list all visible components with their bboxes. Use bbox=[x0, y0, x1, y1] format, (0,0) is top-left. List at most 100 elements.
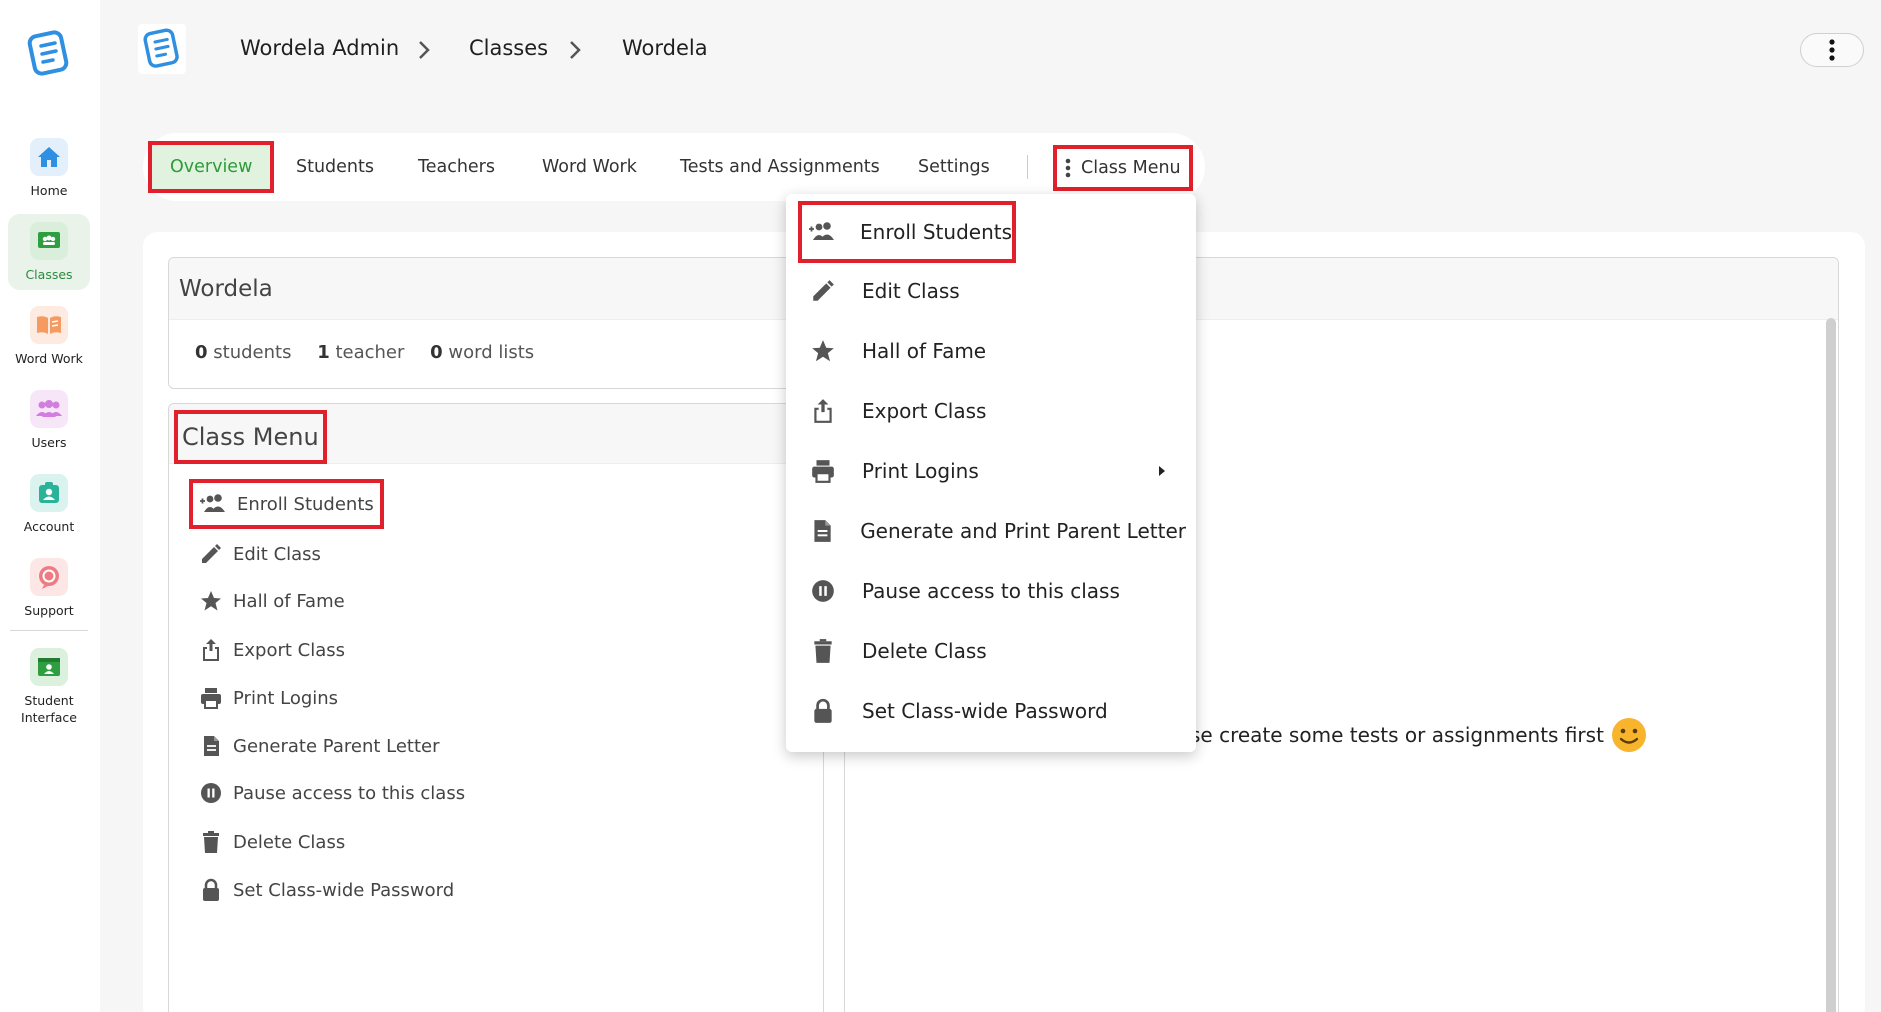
sidebar-item-word-work[interactable]: Word Work bbox=[8, 298, 90, 374]
breadcrumb-classes[interactable]: Classes bbox=[469, 36, 548, 60]
sidebar-item-label: Word Work bbox=[15, 351, 83, 366]
wordlists-label: word lists bbox=[448, 342, 535, 363]
students-label: students bbox=[213, 342, 292, 363]
enroll-users-icon bbox=[809, 222, 835, 240]
class-menu-item-label: Hall of Fame bbox=[233, 590, 345, 612]
empty-assignments-text: se create some tests or assignments firs… bbox=[1190, 723, 1604, 747]
star-icon bbox=[812, 340, 834, 362]
class-menu-pause-access[interactable]: Pause access to this class bbox=[199, 778, 465, 808]
teachers-count: 1 bbox=[317, 342, 330, 363]
class-menu-enroll-students[interactable]: Enroll Students bbox=[189, 479, 384, 529]
tab-divider bbox=[1027, 155, 1028, 179]
class-menu-item-label: Enroll Students bbox=[237, 493, 374, 515]
caret-right-icon bbox=[1159, 466, 1165, 476]
home-icon bbox=[30, 138, 68, 176]
sidebar-item-label: Account bbox=[23, 519, 75, 534]
dropdown-item-label: Export Class bbox=[862, 399, 987, 423]
dropdown-item-label: Print Logins bbox=[862, 459, 979, 483]
class-stats: 0 students 1 teacher 0 word lists bbox=[195, 342, 554, 363]
class-menu-delete-class[interactable]: Delete Class bbox=[199, 827, 345, 857]
sidebar-item-label: Home bbox=[30, 183, 68, 198]
students-count: 0 bbox=[195, 342, 208, 363]
dropdown-set-password[interactable]: Set Class-wide Password bbox=[806, 686, 1186, 736]
class-menu-item-label: Generate Parent Letter bbox=[233, 735, 440, 757]
class-menu-generate-parent-letter[interactable]: Generate Parent Letter bbox=[199, 731, 440, 761]
tab-settings[interactable]: Settings bbox=[918, 133, 990, 201]
pause-circle-icon bbox=[812, 580, 834, 602]
dropdown-item-label: Delete Class bbox=[862, 639, 987, 663]
breadcrumb-wordela-admin[interactable]: Wordela Admin bbox=[240, 36, 399, 60]
printer-icon bbox=[201, 688, 221, 709]
classes-icon bbox=[30, 222, 68, 260]
dropdown-item-label: Hall of Fame bbox=[862, 339, 987, 363]
class-menu-edit-class[interactable]: Edit Class bbox=[199, 539, 321, 569]
class-menu-item-label: Print Logins bbox=[233, 687, 339, 709]
chevron-right-icon bbox=[570, 41, 581, 59]
wordela-logo-icon[interactable] bbox=[26, 30, 72, 78]
header-logo-icon[interactable] bbox=[138, 24, 186, 74]
empty-assignments-message: se create some tests or assignments firs… bbox=[1190, 716, 1648, 754]
dropdown-delete-class[interactable]: Delete Class bbox=[806, 626, 1186, 676]
class-menu-set-password[interactable]: Set Class-wide Password bbox=[199, 875, 454, 905]
sidebar: Home Classes Word Work Users Account Sup… bbox=[0, 0, 100, 1012]
class-menu-print-logins[interactable]: Print Logins bbox=[199, 683, 338, 713]
enroll-users-icon bbox=[200, 494, 225, 512]
dropdown-edit-class[interactable]: Edit Class bbox=[806, 266, 1186, 316]
export-icon bbox=[203, 639, 219, 661]
scrollbar[interactable] bbox=[1826, 318, 1836, 1012]
trash-icon bbox=[814, 639, 832, 663]
class-menu-button[interactable]: Class Menu bbox=[1053, 145, 1193, 191]
tab-overview[interactable]: Overview bbox=[148, 141, 275, 193]
more-vertical-icon bbox=[1829, 39, 1835, 61]
tab-word-work[interactable]: Word Work bbox=[542, 133, 637, 201]
dropdown-hall-of-fame[interactable]: Hall of Fame bbox=[806, 326, 1186, 376]
account-icon bbox=[30, 474, 68, 512]
sidebar-item-users[interactable]: Users bbox=[8, 382, 90, 458]
sidebar-item-account[interactable]: Account bbox=[8, 466, 90, 542]
dropdown-generate-parent-letter[interactable]: Generate and Print Parent Letter bbox=[806, 506, 1186, 556]
dropdown-item-label: Edit Class bbox=[862, 279, 960, 303]
more-vertical-icon bbox=[1065, 158, 1071, 178]
student-interface-icon bbox=[30, 648, 68, 686]
dropdown-enroll-students[interactable]: Enroll Students bbox=[798, 201, 1016, 263]
class-menu-export-class[interactable]: Export Class bbox=[199, 635, 345, 665]
sidebar-item-classes[interactable]: Classes bbox=[8, 214, 90, 290]
sidebar-item-label: Classes bbox=[25, 267, 73, 282]
tab-teachers[interactable]: Teachers bbox=[418, 133, 495, 201]
users-icon bbox=[30, 390, 68, 428]
tab-tests-and-assignments[interactable]: Tests and Assignments bbox=[680, 133, 880, 201]
sidebar-item-support[interactable]: Support bbox=[8, 550, 90, 626]
sidebar-item-label-line1: Student bbox=[24, 693, 74, 708]
dropdown-pause-access[interactable]: Pause access to this class bbox=[806, 566, 1186, 616]
printer-icon bbox=[812, 460, 834, 483]
dropdown-print-logins[interactable]: Print Logins bbox=[806, 446, 1186, 496]
class-menu-card: Class Menu Enroll Students Edit Class Ha… bbox=[168, 403, 824, 1012]
export-icon bbox=[814, 399, 832, 423]
header-more-button[interactable] bbox=[1800, 33, 1864, 67]
class-menu-item-label: Delete Class bbox=[233, 831, 346, 853]
class-menu-item-label: Edit Class bbox=[233, 543, 321, 565]
sidebar-item-home[interactable]: Home bbox=[8, 130, 90, 206]
trash-icon bbox=[203, 831, 219, 853]
pencil-icon bbox=[813, 280, 834, 301]
class-menu-title: Class Menu bbox=[174, 410, 327, 464]
class-menu-item-label: Pause access to this class bbox=[233, 782, 466, 804]
dropdown-item-label: Pause access to this class bbox=[862, 579, 1120, 603]
sidebar-item-student-interface[interactable]: Student Interface bbox=[8, 640, 90, 732]
document-icon bbox=[204, 736, 219, 756]
sidebar-item-label: Users bbox=[31, 435, 67, 450]
lock-icon bbox=[814, 698, 832, 723]
class-summary-card: Wordela 0 students 1 teacher 0 word list… bbox=[168, 257, 844, 389]
pencil-icon bbox=[202, 544, 221, 563]
class-tabs: Overview Students Teachers Word Work Tes… bbox=[143, 133, 1205, 201]
dropdown-export-class[interactable]: Export Class bbox=[806, 386, 1186, 436]
sidebar-item-label-line2: Interface bbox=[21, 710, 77, 725]
dropdown-item-label: Enroll Students bbox=[860, 220, 1012, 244]
class-menu-hall-of-fame[interactable]: Hall of Fame bbox=[199, 586, 345, 616]
class-menu-label: Class Menu bbox=[1081, 158, 1181, 178]
pause-circle-icon bbox=[201, 783, 221, 803]
support-icon bbox=[30, 558, 68, 596]
tab-students[interactable]: Students bbox=[296, 133, 374, 201]
sidebar-divider bbox=[10, 630, 88, 631]
wordlists-count: 0 bbox=[430, 342, 443, 363]
